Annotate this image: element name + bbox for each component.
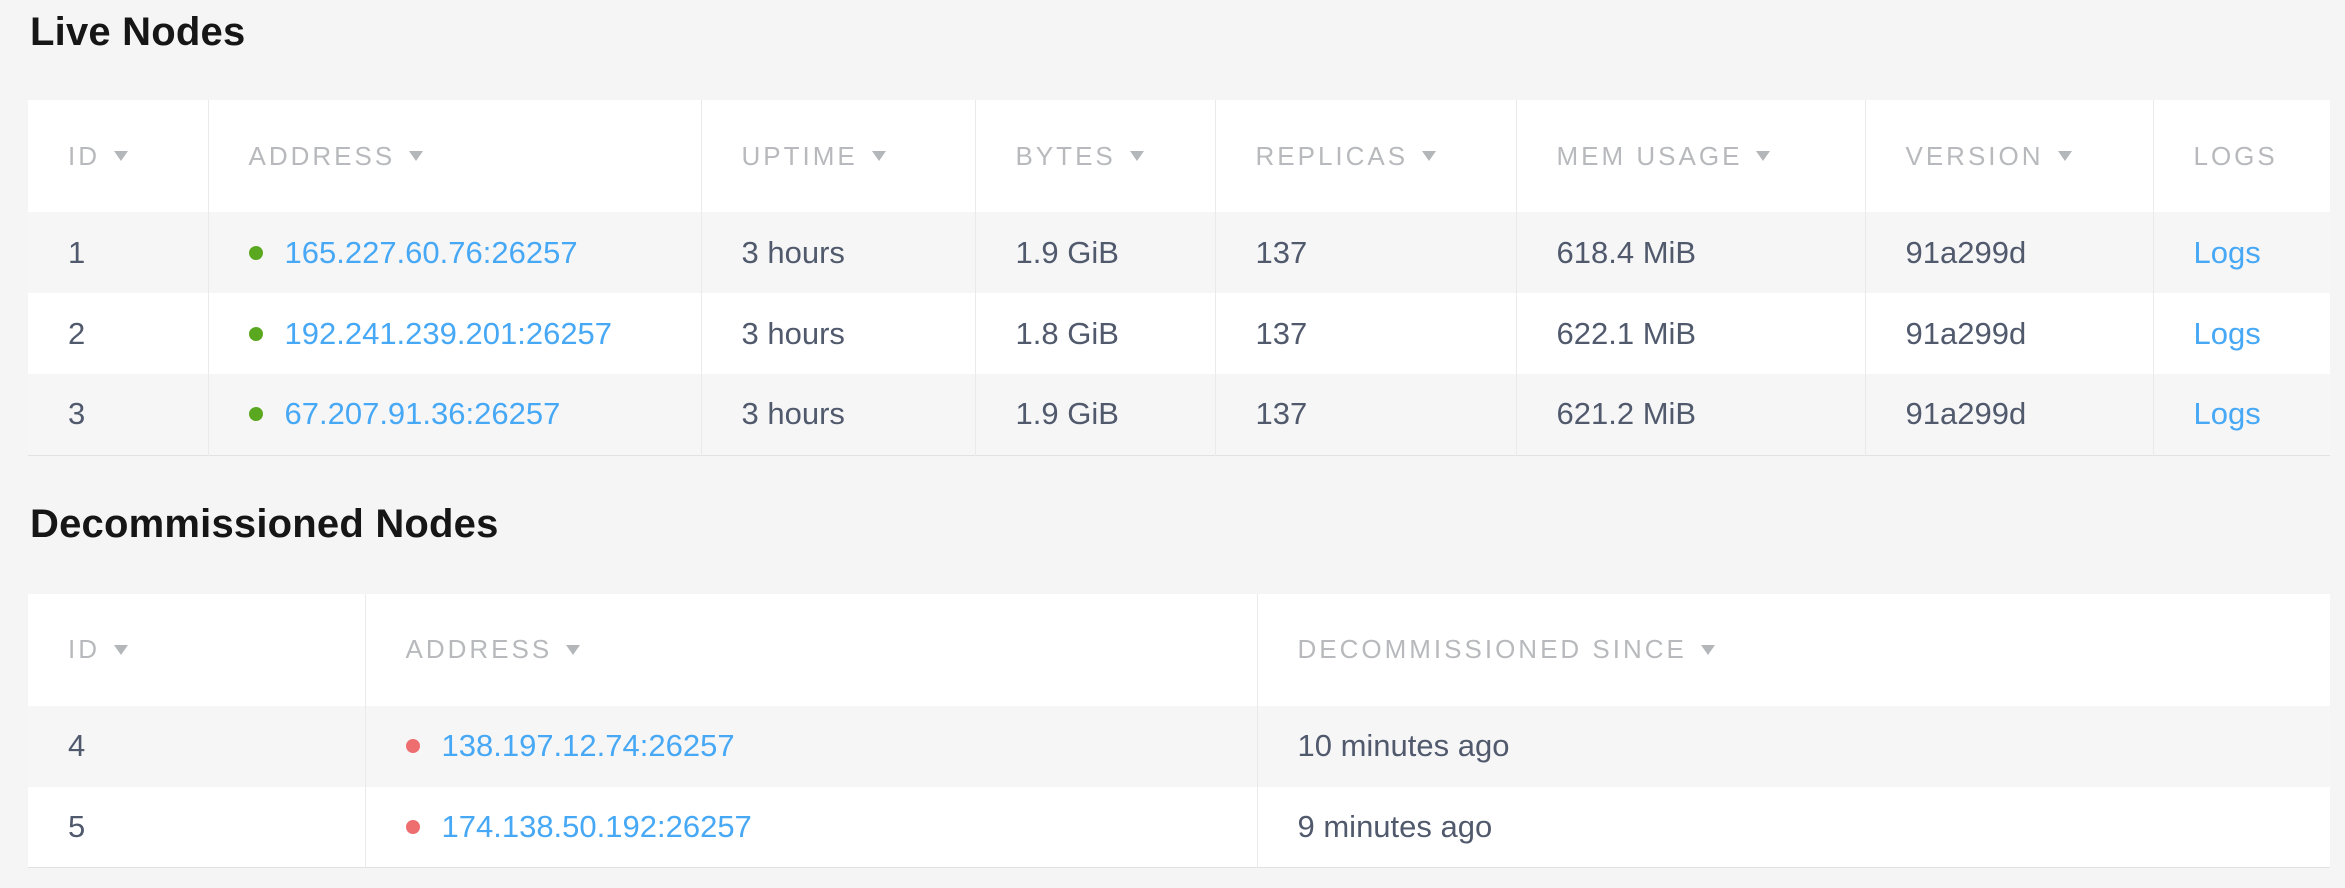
table-row: 5 174.138.50.192:26257 9 minutes ago	[28, 787, 2330, 868]
column-header-replicas[interactable]: REPLICAS	[1215, 100, 1516, 212]
node-uptime-cell: 3 hours	[701, 293, 975, 374]
column-header-mem-usage[interactable]: MEM USAGE	[1516, 100, 1865, 212]
sort-arrow-icon	[114, 151, 128, 161]
sort-arrow-icon	[114, 645, 128, 655]
node-uptime-cell: 3 hours	[701, 212, 975, 293]
node-id-cell: 4	[28, 706, 365, 787]
node-address-cell: 174.138.50.192:26257	[365, 787, 1257, 868]
node-address-link[interactable]: 138.197.12.74:26257	[442, 728, 735, 764]
column-header-version[interactable]: VERSION	[1865, 100, 2153, 212]
live-nodes-title: Live Nodes	[28, 8, 2330, 56]
node-bytes-cell: 1.9 GiB	[975, 374, 1215, 455]
column-header-logs: LOGS	[2153, 100, 2330, 212]
live-nodes-table: ID ADDRESS UPTIME BYTES REPLICAS MEM USA…	[28, 100, 2330, 456]
column-label: VERSION	[1906, 141, 2044, 172]
node-logs-link[interactable]: Logs	[2194, 316, 2261, 351]
node-id-cell: 3	[28, 374, 208, 455]
node-mem-usage-cell: 622.1 MiB	[1516, 293, 1865, 374]
node-decommissioned-since-cell: 9 minutes ago	[1257, 787, 2330, 868]
column-header-decommissioned-since[interactable]: DECOMMISSIONED SINCE	[1257, 594, 2330, 706]
decommissioned-nodes-table: ID ADDRESS DECOMMISSIONED SINCE 4 138.19…	[28, 594, 2330, 869]
table-row: 3 67.207.91.36:26257 3 hours 1.9 GiB 137…	[28, 374, 2330, 455]
node-address-cell: 67.207.91.36:26257	[208, 374, 701, 455]
node-decommissioned-status-icon	[406, 820, 420, 834]
sort-arrow-icon	[1422, 151, 1436, 161]
column-label: ADDRESS	[249, 141, 396, 172]
node-bytes-cell: 1.8 GiB	[975, 293, 1215, 374]
node-replicas-cell: 137	[1215, 293, 1516, 374]
node-bytes-cell: 1.9 GiB	[975, 212, 1215, 293]
sort-arrow-icon	[1756, 151, 1770, 161]
node-logs-cell: Logs	[2153, 212, 2330, 293]
node-address-link[interactable]: 165.227.60.76:26257	[285, 235, 578, 271]
node-id-cell: 5	[28, 787, 365, 868]
live-nodes-table-header: ID ADDRESS UPTIME BYTES REPLICAS MEM USA…	[28, 100, 2330, 212]
column-label: ADDRESS	[406, 634, 553, 665]
node-version-cell: 91a299d	[1865, 374, 2153, 455]
sort-arrow-icon	[409, 151, 423, 161]
table-row: 4 138.197.12.74:26257 10 minutes ago	[28, 706, 2330, 787]
decommissioned-nodes-title: Decommissioned Nodes	[28, 500, 2330, 548]
node-id-cell: 1	[28, 212, 208, 293]
nodes-page: Live Nodes ID ADDRESS UPTIME BYTES REPLI…	[0, 0, 2345, 888]
table-row: 2 192.241.239.201:26257 3 hours 1.8 GiB …	[28, 293, 2330, 374]
column-label: ID	[68, 634, 100, 665]
column-label: BYTES	[1016, 141, 1116, 172]
node-address-cell: 192.241.239.201:26257	[208, 293, 701, 374]
column-header-id[interactable]: ID	[28, 594, 365, 706]
decommissioned-nodes-table-header: ID ADDRESS DECOMMISSIONED SINCE	[28, 594, 2330, 706]
node-decommissioned-since-cell: 10 minutes ago	[1257, 706, 2330, 787]
column-label: UPTIME	[742, 141, 858, 172]
node-id-cell: 2	[28, 293, 208, 374]
column-header-bytes[interactable]: BYTES	[975, 100, 1215, 212]
node-logs-link[interactable]: Logs	[2194, 396, 2261, 431]
column-header-address[interactable]: ADDRESS	[208, 100, 701, 212]
header-row: ID ADDRESS UPTIME BYTES REPLICAS MEM USA…	[28, 100, 2330, 212]
node-live-status-icon	[249, 407, 263, 421]
node-mem-usage-cell: 618.4 MiB	[1516, 212, 1865, 293]
header-row: ID ADDRESS DECOMMISSIONED SINCE	[28, 594, 2330, 706]
sort-arrow-icon	[2058, 151, 2072, 161]
column-label: DECOMMISSIONED SINCE	[1298, 634, 1687, 665]
node-address-link[interactable]: 174.138.50.192:26257	[442, 809, 752, 845]
node-address-cell: 138.197.12.74:26257	[365, 706, 1257, 787]
sort-arrow-icon	[872, 151, 886, 161]
node-logs-link[interactable]: Logs	[2194, 235, 2261, 270]
column-label: LOGS	[2194, 141, 2278, 172]
node-uptime-cell: 3 hours	[701, 374, 975, 455]
table-row: 1 165.227.60.76:26257 3 hours 1.9 GiB 13…	[28, 212, 2330, 293]
node-decommissioned-status-icon	[406, 739, 420, 753]
node-mem-usage-cell: 621.2 MiB	[1516, 374, 1865, 455]
node-address-link[interactable]: 67.207.91.36:26257	[285, 396, 561, 432]
column-label: MEM USAGE	[1557, 141, 1743, 172]
sort-arrow-icon	[1701, 645, 1715, 655]
column-header-id[interactable]: ID	[28, 100, 208, 212]
node-address-cell: 165.227.60.76:26257	[208, 212, 701, 293]
node-replicas-cell: 137	[1215, 374, 1516, 455]
node-live-status-icon	[249, 246, 263, 260]
node-version-cell: 91a299d	[1865, 293, 2153, 374]
column-header-address[interactable]: ADDRESS	[365, 594, 1257, 706]
node-address-link[interactable]: 192.241.239.201:26257	[285, 316, 613, 352]
sort-arrow-icon	[1130, 151, 1144, 161]
column-header-uptime[interactable]: UPTIME	[701, 100, 975, 212]
sort-arrow-icon	[566, 645, 580, 655]
node-live-status-icon	[249, 327, 263, 341]
node-logs-cell: Logs	[2153, 374, 2330, 455]
node-replicas-cell: 137	[1215, 212, 1516, 293]
column-label: ID	[68, 141, 100, 172]
node-logs-cell: Logs	[2153, 293, 2330, 374]
column-label: REPLICAS	[1256, 141, 1409, 172]
node-version-cell: 91a299d	[1865, 212, 2153, 293]
